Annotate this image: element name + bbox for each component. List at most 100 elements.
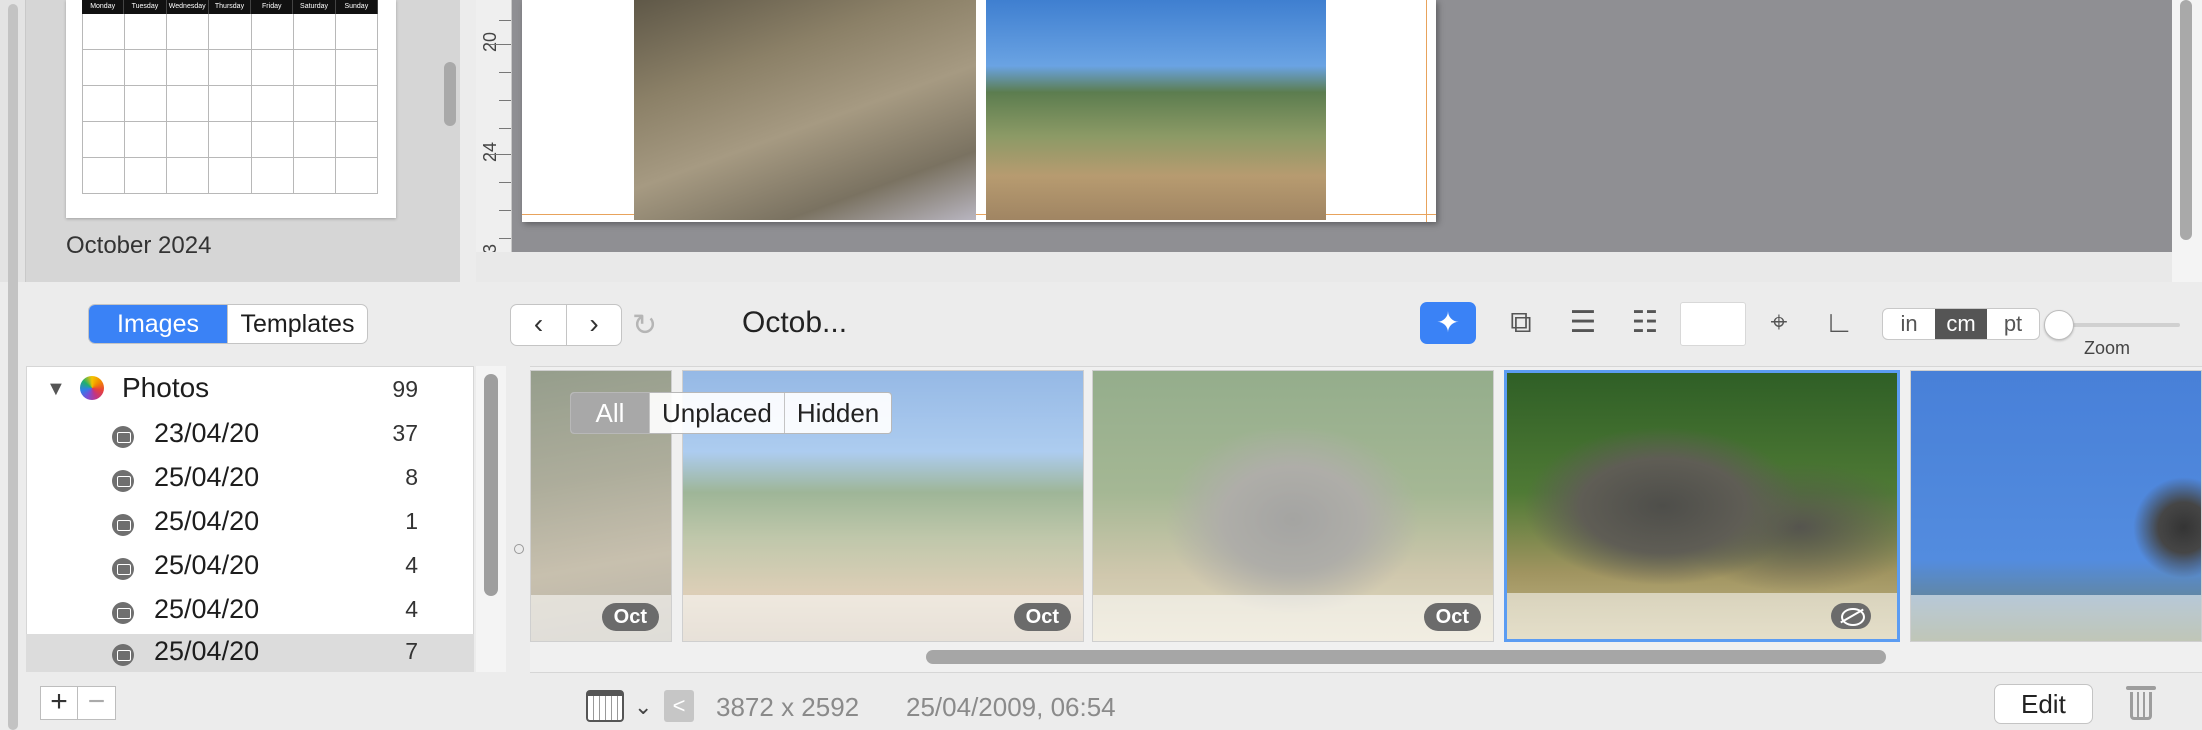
ruler-tick xyxy=(489,44,511,45)
album-icon xyxy=(112,514,134,536)
unit-cm[interactable]: cm xyxy=(1935,309,1987,339)
filter-hidden[interactable]: Hidden xyxy=(783,393,891,433)
zoom-slider-track[interactable] xyxy=(2058,323,2180,327)
canvas-footer xyxy=(476,252,2172,282)
mini-calendar-cell xyxy=(293,86,336,122)
left-scrollbar[interactable] xyxy=(8,4,18,730)
sidebar-album[interactable]: 25/04/20 8 xyxy=(26,458,474,502)
mini-calendar-cell xyxy=(167,14,210,50)
back-arrow-icon[interactable]: < xyxy=(664,690,694,722)
album-count: 37 xyxy=(392,420,418,446)
chevron-down-icon[interactable]: ⌄ xyxy=(634,694,652,720)
templates-scrollbar[interactable] xyxy=(444,62,456,126)
ruler-tick xyxy=(499,100,511,101)
chevron-left-icon[interactable]: ‹ xyxy=(511,305,566,345)
mini-calendar-cell xyxy=(125,14,168,50)
ruler-tick xyxy=(499,238,511,239)
mini-calendar-cell xyxy=(209,14,252,50)
sidebar-album-selected[interactable]: 25/04/20 7 xyxy=(26,634,474,672)
placed-photo-ground[interactable] xyxy=(634,0,976,220)
sidebar-album[interactable]: 25/04/20 4 xyxy=(26,590,474,634)
mini-calendar: Monday Tuesday Wednesday Thursday Friday… xyxy=(82,0,378,196)
calendar-icon[interactable] xyxy=(586,690,624,722)
frame-icon[interactable]: ⧉ xyxy=(1496,302,1546,344)
horizontal-grid-icon[interactable]: ☰ xyxy=(1558,302,1608,344)
filter-unplaced[interactable]: Unplaced xyxy=(649,393,784,433)
mini-calendar-cell xyxy=(209,50,252,86)
album-label: 25/04/20 xyxy=(154,506,260,536)
weekday-header: Saturday xyxy=(293,0,336,14)
hidden-eye-icon[interactable] xyxy=(1831,603,1871,629)
mini-calendar-cell xyxy=(335,122,378,158)
templates-tab[interactable]: Templates xyxy=(227,305,367,343)
trash-icon[interactable] xyxy=(2126,684,2156,722)
placed-photo-truck[interactable] xyxy=(986,0,1326,220)
magic-wand-icon[interactable]: ✦ xyxy=(1420,302,1476,344)
weekday-header: Friday xyxy=(251,0,294,14)
sidebar-item-photos[interactable]: ▼ Photos 99 xyxy=(26,370,474,414)
album-icon xyxy=(112,558,134,580)
mini-calendar-cell xyxy=(251,50,294,86)
mini-calendar-cell xyxy=(251,122,294,158)
mini-calendar-cell xyxy=(251,14,294,50)
sidebar-album[interactable]: 25/04/20 1 xyxy=(26,502,474,546)
crop-icon[interactable]: ⌖ xyxy=(1754,302,1804,344)
disclosure-triangle-icon[interactable]: ▼ xyxy=(46,378,66,401)
weekday-header: Monday xyxy=(82,0,125,14)
split-view-handle[interactable] xyxy=(514,544,524,554)
album-count: 1 xyxy=(405,508,418,534)
unit-selector[interactable]: in cm pt xyxy=(1882,308,2040,340)
mini-calendar-cell xyxy=(209,122,252,158)
image-thumbnail[interactable]: Oct xyxy=(1092,370,1494,642)
image-thumbnail[interactable] xyxy=(1910,370,2202,642)
image-thumbnail-selected[interactable] xyxy=(1504,370,1900,642)
redo-icon[interactable]: ↻ xyxy=(632,308,657,343)
image-filter[interactable]: All Unplaced Hidden xyxy=(570,392,893,434)
album-label: 25/04/20 xyxy=(154,636,260,666)
mini-calendar-cell xyxy=(335,50,378,86)
month-badge: Oct xyxy=(1013,603,1071,631)
mini-calendar-cell xyxy=(209,158,252,194)
vertical-grid-icon[interactable]: ☷ xyxy=(1620,302,1670,344)
album-label: 25/04/20 xyxy=(154,594,260,624)
mini-calendar-cell xyxy=(251,86,294,122)
mini-calendar-cell xyxy=(125,50,168,86)
mini-calendar-cell xyxy=(125,122,168,158)
edit-button[interactable]: Edit xyxy=(1994,684,2093,724)
template-thumbnail-title: October 2024 xyxy=(66,232,212,259)
image-strip-scrollbar[interactable] xyxy=(926,650,1886,664)
margin-guide xyxy=(1426,0,1427,222)
image-dimensions: 3872 x 2592 xyxy=(716,692,860,722)
remove-button[interactable]: − xyxy=(78,686,116,720)
album-label: 23/04/20 xyxy=(154,418,260,448)
canvas-scrollbar[interactable] xyxy=(2180,0,2192,240)
filter-all[interactable]: All xyxy=(571,393,649,433)
page-navigation[interactable]: ‹ › xyxy=(510,304,622,346)
album-count: 4 xyxy=(405,596,418,622)
album-icon xyxy=(112,426,134,448)
ruler-tick xyxy=(499,72,511,73)
ruler-mark: 20 xyxy=(480,31,500,52)
ruler-tick xyxy=(499,182,511,183)
album-icon xyxy=(112,644,134,666)
color-well[interactable] xyxy=(1680,302,1746,346)
chevron-right-icon[interactable]: › xyxy=(566,305,621,345)
mini-calendar-cell xyxy=(167,158,210,194)
unit-pt[interactable]: pt xyxy=(1987,309,2039,339)
mini-calendar-cell xyxy=(83,158,126,194)
album-icon xyxy=(112,602,134,624)
image-datetime: 25/04/2009, 06:54 xyxy=(906,692,1116,722)
unit-in[interactable]: in xyxy=(1883,309,1935,339)
zoom-slider-knob[interactable] xyxy=(2044,310,2074,340)
mini-calendar-cell xyxy=(83,122,126,158)
sidebar-scrollbar[interactable] xyxy=(484,374,498,596)
trash-can xyxy=(2130,692,2152,720)
ruler-icon[interactable]: ∟ xyxy=(1814,302,1864,344)
images-tab[interactable]: Images xyxy=(89,305,227,343)
sidebar-album[interactable]: 25/04/20 4 xyxy=(26,546,474,590)
mini-calendar-cell xyxy=(251,158,294,194)
mini-calendar-grid xyxy=(82,14,378,194)
images-templates-switch[interactable]: Images Templates xyxy=(88,304,368,344)
sidebar-album[interactable]: 23/04/20 37 xyxy=(26,414,474,458)
add-button[interactable]: + xyxy=(40,686,78,720)
